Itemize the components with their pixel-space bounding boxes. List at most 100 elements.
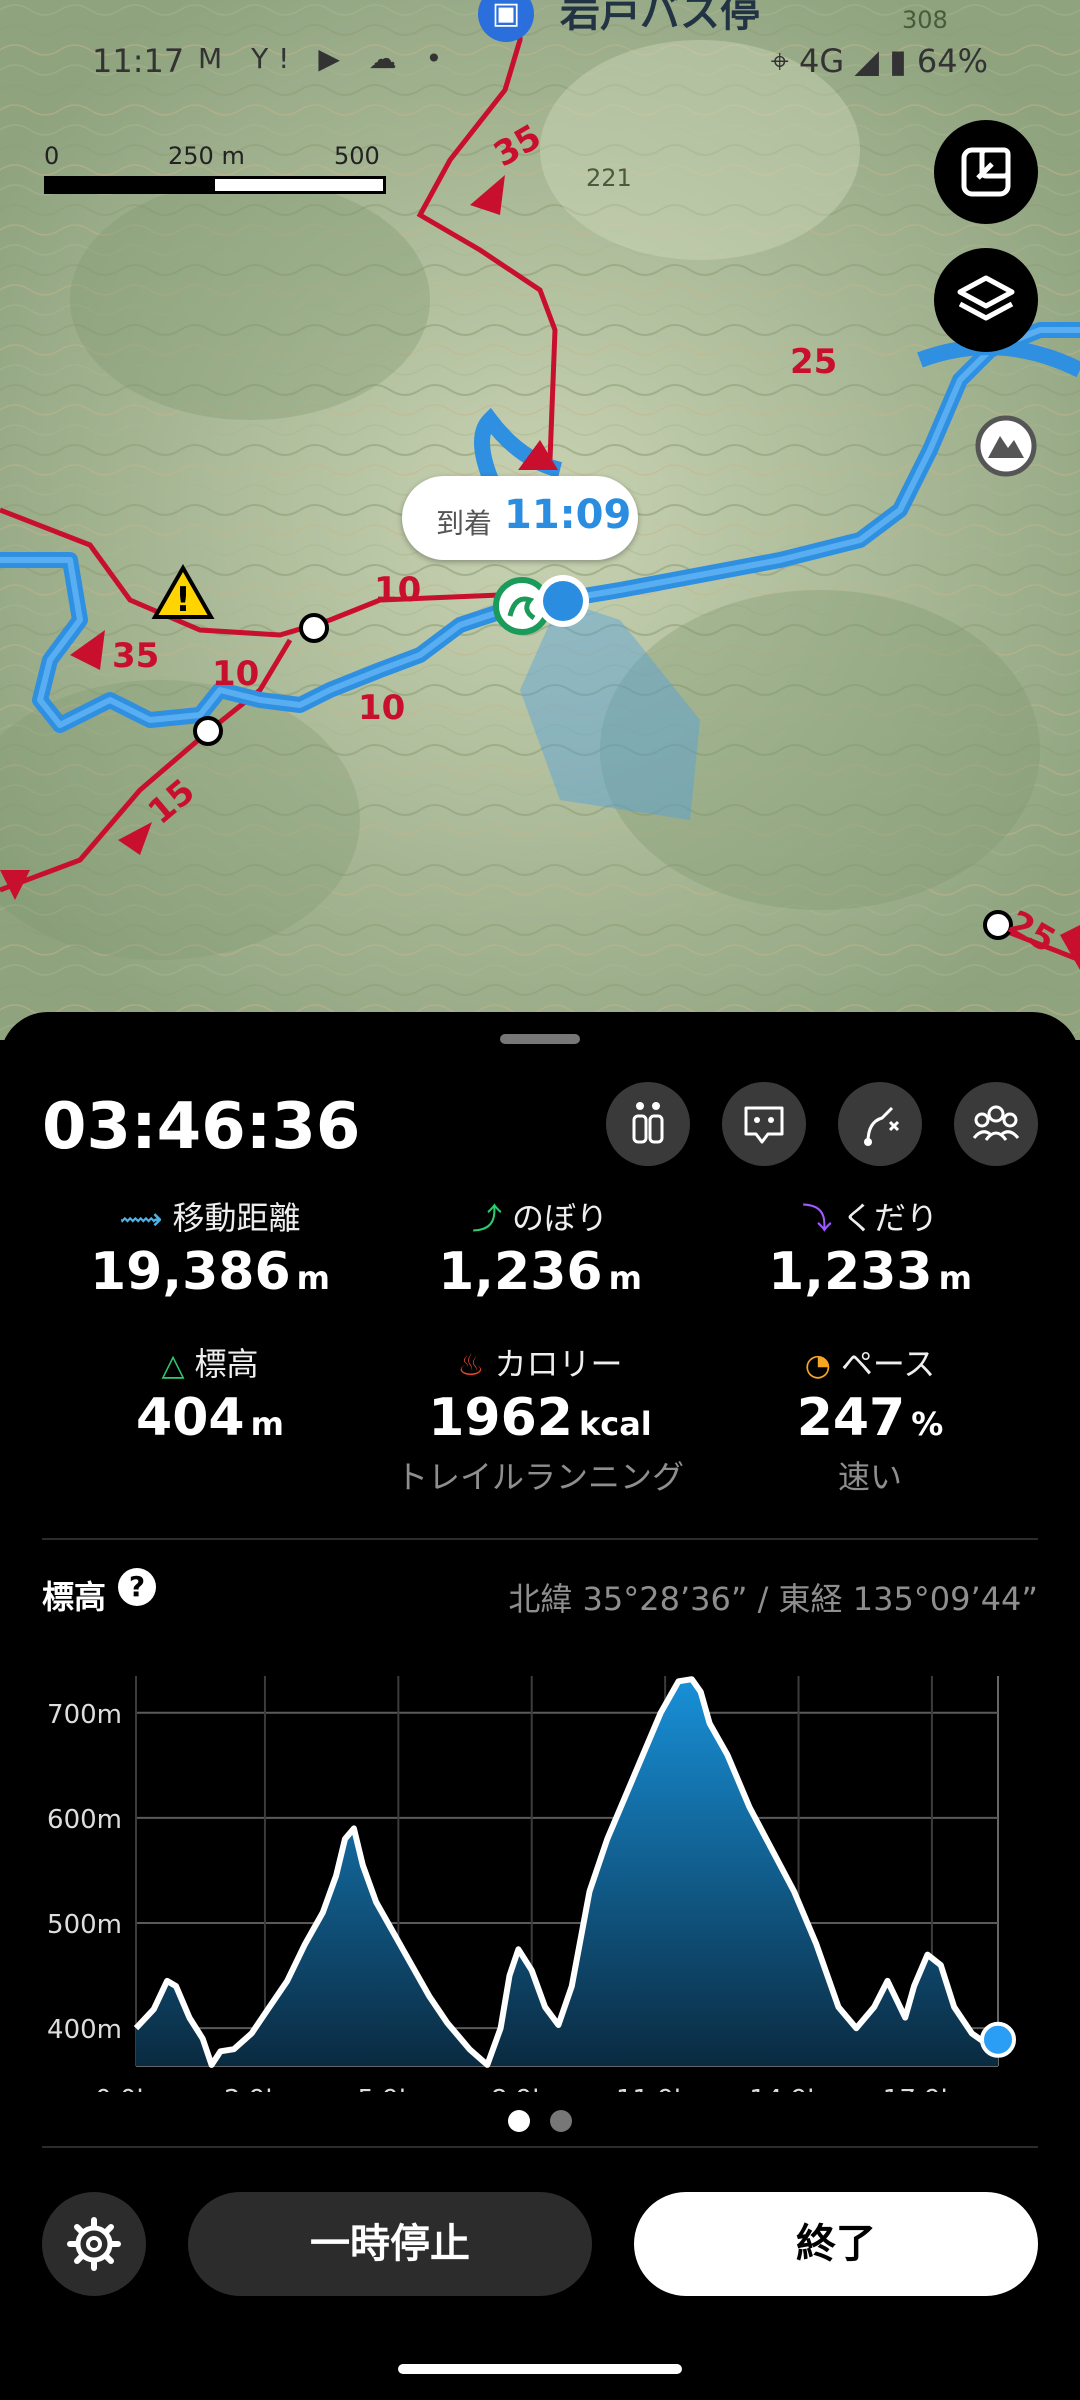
- youtube-icon: ▶: [318, 42, 350, 75]
- chart-y-tick-label: 600m: [47, 1805, 122, 1835]
- divider: [42, 2146, 1038, 2148]
- stat-calories: ♨ カロリー 1962 kcal トレイルランニング: [360, 1342, 720, 1498]
- scale-zero: 0: [44, 142, 60, 170]
- contour-label: 308: [902, 6, 948, 34]
- stat-unit: m: [296, 1259, 330, 1297]
- ascent-icon: ⤴: [471, 1202, 502, 1237]
- flame-icon: ♨: [457, 1348, 485, 1383]
- route-number: 25: [790, 342, 838, 382]
- stat-label: のぼり: [511, 1199, 608, 1237]
- chart-x-tick-label: 5.9km: [357, 2085, 439, 2092]
- battery-icon: ▮: [889, 42, 907, 80]
- chart-x-tick-label: 8.9km: [491, 2085, 573, 2092]
- chart-x-tick-label: 2.9km: [224, 2085, 306, 2092]
- stat-value: 404: [136, 1388, 245, 1448]
- route-number: 10: [374, 570, 422, 610]
- chart-y-tick-label: 500m: [47, 1910, 122, 1940]
- stat-label: カロリー: [494, 1345, 623, 1383]
- stat-ascent: ⤴ のぼり 1,236 m: [360, 1196, 720, 1302]
- stat-value: 247: [796, 1388, 906, 1448]
- minimize-map-button[interactable]: [934, 120, 1038, 224]
- yahoo-icon: Y!: [251, 42, 300, 75]
- feedback-icon: [744, 1106, 784, 1144]
- feedback-button[interactable]: [722, 1082, 806, 1166]
- svg-text:!: !: [175, 580, 191, 620]
- activity-type: トレイルランニング: [395, 1458, 684, 1496]
- coordinates: 北緯 35°28’36” / 東経 135°09’44”: [508, 1580, 1038, 1618]
- stat-descent: ⤵ くだり 1,233 m: [690, 1196, 1050, 1302]
- map-view[interactable]: ! 11:17 M Y! ▶ ☁ • ⌖ 4G ◢ ▮ 64% ▣ 岩戸バス停 …: [0, 0, 1080, 1040]
- chart-x-tick-label: 11.9km: [616, 2085, 714, 2092]
- chart-x-tick-label: 17.9km: [883, 2085, 981, 2092]
- route-number: 10: [212, 654, 260, 694]
- stat-label: 移動距離: [172, 1199, 301, 1237]
- network-type: 4G: [798, 42, 845, 80]
- group-button[interactable]: [954, 1082, 1038, 1166]
- drag-handle[interactable]: [500, 1034, 580, 1044]
- chart-y-tick-label: 400m: [47, 2015, 122, 2045]
- page-dot-active[interactable]: [508, 2110, 530, 2132]
- help-icon[interactable]: ?: [118, 1568, 156, 1606]
- route-split-icon: [864, 1106, 900, 1146]
- stat-value: 1,233: [768, 1242, 933, 1302]
- minimize-icon: [961, 147, 1011, 197]
- battery-level: 64%: [916, 42, 988, 80]
- location-icon: ⌖: [770, 42, 789, 80]
- descent-icon: ⤵: [801, 1202, 832, 1237]
- arrival-label: 到着: [436, 507, 493, 540]
- stat-value: 1,236: [438, 1242, 603, 1302]
- contour-label: 221: [586, 164, 632, 192]
- stat-unit: m: [608, 1259, 642, 1297]
- page-dot[interactable]: [550, 2110, 572, 2132]
- route-number: 10: [358, 688, 406, 728]
- group-icon: [972, 1105, 1020, 1141]
- stat-label: くだり: [841, 1199, 938, 1237]
- gmail-icon: M: [198, 42, 233, 75]
- elapsed-time: 03:46:36: [42, 1090, 361, 1164]
- stat-unit: %: [911, 1405, 944, 1443]
- status-time: 11:17: [92, 42, 185, 80]
- waypoint[interactable]: [299, 613, 329, 643]
- stat-distance: ⟿ 移動距離 19,386 m: [30, 1196, 390, 1302]
- mountain-icon: △: [161, 1348, 185, 1383]
- chart-x-tick-label: 0.0km: [95, 2085, 177, 2092]
- stat-unit: m: [250, 1405, 284, 1443]
- notification-icons: M Y! ▶ ☁ •: [198, 42, 452, 75]
- stat-value: 1962: [428, 1388, 573, 1448]
- stat-value: 19,386: [89, 1242, 291, 1302]
- chart-y-tick-label: 700m: [47, 1700, 122, 1730]
- stat-unit: m: [938, 1259, 972, 1297]
- arrival-callout[interactable]: 到着 11:09: [402, 476, 638, 560]
- gear-bag-icon: [632, 1102, 664, 1144]
- divider: [42, 1538, 1038, 1540]
- signal-icon: ◢: [854, 42, 879, 80]
- scale-bar: [44, 176, 386, 194]
- dot-icon: •: [425, 42, 453, 75]
- chart-current-position-marker[interactable]: [980, 2021, 1016, 2058]
- stat-label: 標高: [194, 1345, 259, 1383]
- gear-icon: [67, 2217, 121, 2271]
- activity-panel: 03:46:36 ⟿ 移動距離 19,386 m ⤴ のぼり 1,236 m ⤵…: [0, 1012, 1080, 2400]
- route-split-button[interactable]: [838, 1082, 922, 1166]
- settings-button[interactable]: [42, 2192, 146, 2296]
- chart-x-tick-label: 14.9km: [749, 2085, 847, 2092]
- pace-rating: 速い: [837, 1458, 902, 1496]
- stat-unit: kcal: [578, 1405, 652, 1443]
- layers-button[interactable]: [934, 248, 1038, 352]
- gear-bag-button[interactable]: [606, 1082, 690, 1166]
- pause-button[interactable]: 一時停止: [188, 2192, 592, 2296]
- bus-stop-label: 岩戸バス停: [560, 0, 760, 36]
- arrival-time: 11:09: [504, 492, 632, 538]
- stat-elevation: △ 標高 404 m: [30, 1342, 390, 1448]
- stat-pace: ◔ ペース 247% 速い: [690, 1342, 1050, 1498]
- stat-label: ペース: [840, 1345, 936, 1383]
- end-button[interactable]: 終了: [634, 2192, 1038, 2296]
- home-indicator[interactable]: [398, 2364, 682, 2374]
- weather-icon: ☁: [368, 42, 407, 75]
- waypoint[interactable]: [193, 716, 223, 746]
- layers-icon: [957, 275, 1015, 321]
- elevation-title: 標高: [42, 1578, 107, 1616]
- status-right: ⌖ 4G ◢ ▮ 64%: [771, 42, 988, 81]
- scale-mid: 250 m: [168, 142, 245, 170]
- elevation-chart[interactable]: 400m 500m 600m 700m 0.0km 2.9km 5.9km 8.9km 11.9…: [0, 1652, 1080, 2092]
